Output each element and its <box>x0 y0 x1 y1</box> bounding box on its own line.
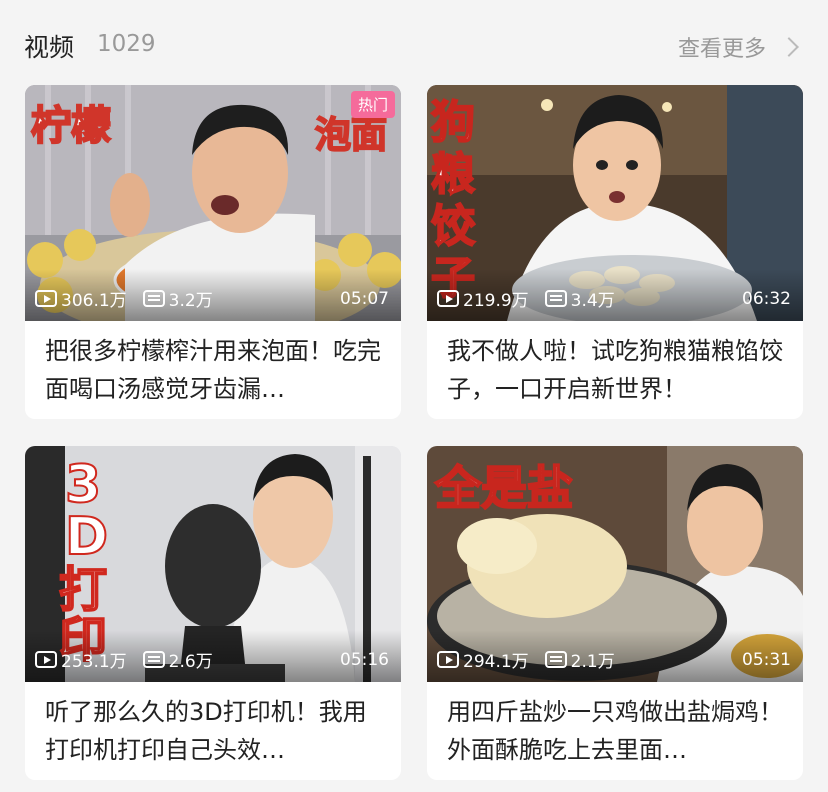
video-title[interactable]: 我不做人啦！试吃狗粮猫粮馅饺子，一口开启新世界！ <box>447 332 785 408</box>
video-duration: 05:16 <box>340 649 389 670</box>
video-duration: 05:07 <box>340 288 389 309</box>
video-stats: 294.1万 2.1万 05:31 <box>437 647 791 672</box>
section-title: 视频 <box>24 33 75 62</box>
danmaku-icon <box>142 290 165 307</box>
play-count: 306.1万 <box>61 291 127 311</box>
video-card[interactable]: 柠檬 泡面 热门 306.1万 3.2万 05:07 把很多柠檬榨汁用来泡面！吃… <box>25 85 401 419</box>
thumbnail-text: 粮 <box>431 149 475 200</box>
play-count-icon <box>437 290 459 307</box>
view-more-link[interactable]: 查看更多 <box>678 31 800 63</box>
video-count: 1029 <box>97 31 156 57</box>
video-duration: 05:31 <box>742 649 791 670</box>
video-stats: 306.1万 3.2万 05:07 <box>35 286 389 311</box>
thumbnail-text: 柠檬 <box>31 103 111 149</box>
thumbnail-text: 3 <box>65 455 101 515</box>
video-title[interactable]: 听了那么久的3D打印机！我用打印机打印自己头效… <box>45 693 383 769</box>
video-card[interactable]: 3 D 打 印 253.1万 2.6万 05:16 听了那么久的3D打印机！我用… <box>25 446 401 780</box>
video-title[interactable]: 用四斤盐炒一只鸡做出盐焗鸡！外面酥脆吃上去里面… <box>447 693 785 769</box>
thumbnail-text: 打 <box>59 562 107 618</box>
play-count: 253.1万 <box>61 652 127 672</box>
play-count-icon <box>35 290 57 307</box>
play-count-icon <box>437 651 459 668</box>
thumbnail-text: 狗 <box>431 97 475 148</box>
video-stats: 219.9万 3.4万 06:32 <box>437 286 791 311</box>
thumbnail-text: 泡面 <box>315 115 387 156</box>
danmaku-icon <box>544 290 567 307</box>
video-card[interactable]: 全是盐 294.1万 2.1万 05:31 用四斤盐炒一只鸡做出盐焗鸡！外面酥脆… <box>427 446 803 780</box>
video-title[interactable]: 把很多柠檬榨汁用来泡面！吃完面喝口汤感觉牙齿漏… <box>45 332 383 408</box>
video-card[interactable]: 狗 粮 饺 子 219.9万 3.4万 06:32 我不做人啦！试吃狗粮猫粮馅饺… <box>427 85 803 419</box>
video-thumbnail[interactable]: 3 D 打 印 253.1万 2.6万 05:16 <box>25 446 401 682</box>
video-stats: 253.1万 2.6万 05:16 <box>35 647 389 672</box>
video-thumbnail[interactable]: 柠檬 泡面 热门 306.1万 3.2万 05:07 <box>25 85 401 321</box>
danmaku-icon <box>142 651 165 668</box>
video-thumbnail[interactable]: 狗 粮 饺 子 219.9万 3.4万 06:32 <box>427 85 803 321</box>
play-count-icon <box>35 651 57 668</box>
danmaku-count: 2.6万 <box>168 652 213 672</box>
chevron-right-icon <box>779 37 799 57</box>
danmaku-count: 2.1万 <box>570 652 615 672</box>
view-more-label: 查看更多 <box>677 37 766 62</box>
danmaku-count: 3.4万 <box>570 291 615 311</box>
thumbnail-text: D <box>65 507 108 567</box>
danmaku-icon <box>544 651 567 668</box>
section-header: 视频 1029 查看更多 <box>0 0 828 92</box>
hot-badge: 热门 <box>350 91 395 118</box>
video-duration: 06:32 <box>742 288 791 309</box>
thumbnail-text: 全是盐 <box>434 461 573 515</box>
thumbnail-text: 饺 <box>431 201 475 252</box>
danmaku-count: 3.2万 <box>168 291 213 311</box>
play-count: 219.9万 <box>463 291 529 311</box>
video-thumbnail[interactable]: 全是盐 294.1万 2.1万 05:31 <box>427 446 803 682</box>
play-count: 294.1万 <box>463 652 529 672</box>
